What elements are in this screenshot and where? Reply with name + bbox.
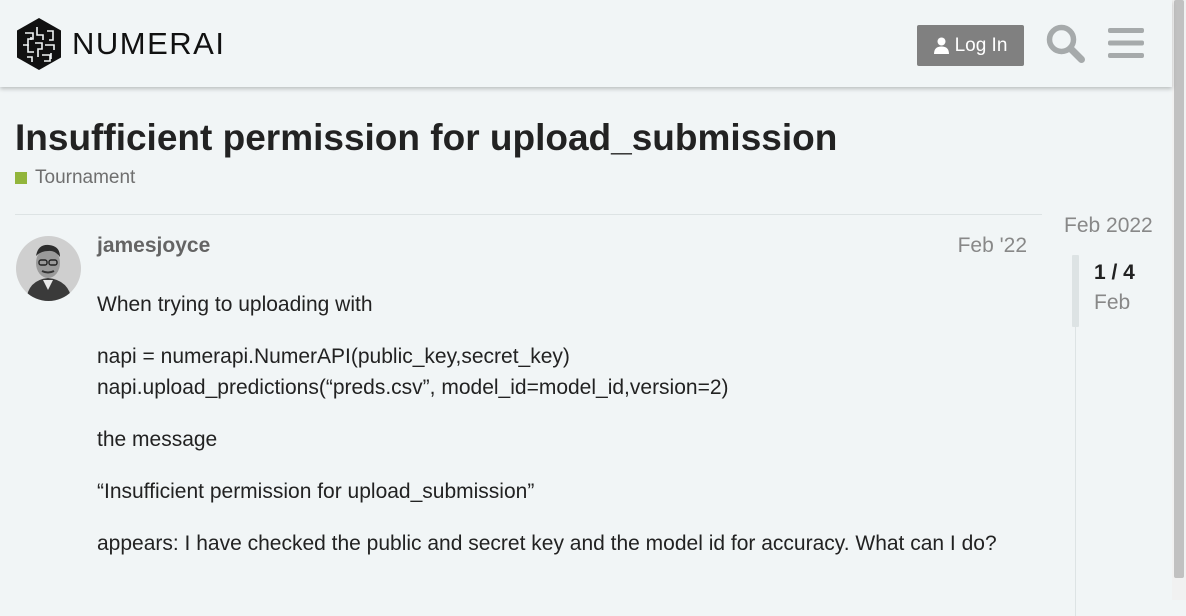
timeline-scroll-handle[interactable]: [1072, 255, 1079, 327]
post-paragraph: “Insufficient permission for upload_subm…: [97, 480, 535, 503]
timeline-start-date[interactable]: Feb 2022: [1064, 214, 1153, 238]
post-username[interactable]: jamesjoyce: [97, 234, 210, 258]
login-button[interactable]: Log In: [917, 25, 1024, 66]
category-badge[interactable]: Tournament: [15, 167, 135, 189]
user-icon: [933, 37, 949, 54]
topic-divider: [15, 214, 1042, 215]
hamburger-menu-icon: [1108, 28, 1144, 58]
post-body: When trying to uploading with napi = num…: [97, 289, 1007, 580]
category-name: Tournament: [35, 167, 136, 188]
avatar[interactable]: [16, 236, 81, 301]
hamburger-menu-button[interactable]: [1104, 21, 1148, 65]
post-paragraph: appears: I have checked the public and s…: [97, 532, 997, 555]
search-button[interactable]: [1043, 21, 1087, 65]
avatar-image: [16, 236, 81, 301]
post-code-line: napi = numerapi.NumerAPI(public_key,secr…: [97, 345, 570, 368]
page-scrollbar[interactable]: [1172, 0, 1186, 600]
post-paragraph: When trying to uploading with: [97, 293, 373, 316]
category-color-square: [15, 172, 27, 184]
numerai-logo-icon: [17, 18, 61, 70]
post-paragraph: the message: [97, 428, 218, 451]
site-header: NUMERAI Log In: [0, 0, 1172, 87]
timeline-current-date: Feb: [1094, 291, 1131, 314]
search-icon: [1046, 24, 1085, 63]
numerai-logo[interactable]: NUMERAI: [15, 17, 225, 71]
logo-text: NUMERAI: [72, 26, 226, 61]
login-label: Log In: [954, 34, 1008, 56]
post-code-block: napi = numerapi.NumerAPI(public_key,secr…: [97, 341, 1007, 403]
post-code-line: napi.upload_predictions(“preds.csv”, mod…: [97, 376, 729, 399]
scrollbar-thumb[interactable]: [1174, 0, 1184, 578]
post-date[interactable]: Feb '22: [958, 234, 1027, 258]
timeline-position: 1 / 4: [1094, 261, 1135, 284]
topic-title[interactable]: Insufficient permission for upload_submi…: [15, 117, 837, 159]
